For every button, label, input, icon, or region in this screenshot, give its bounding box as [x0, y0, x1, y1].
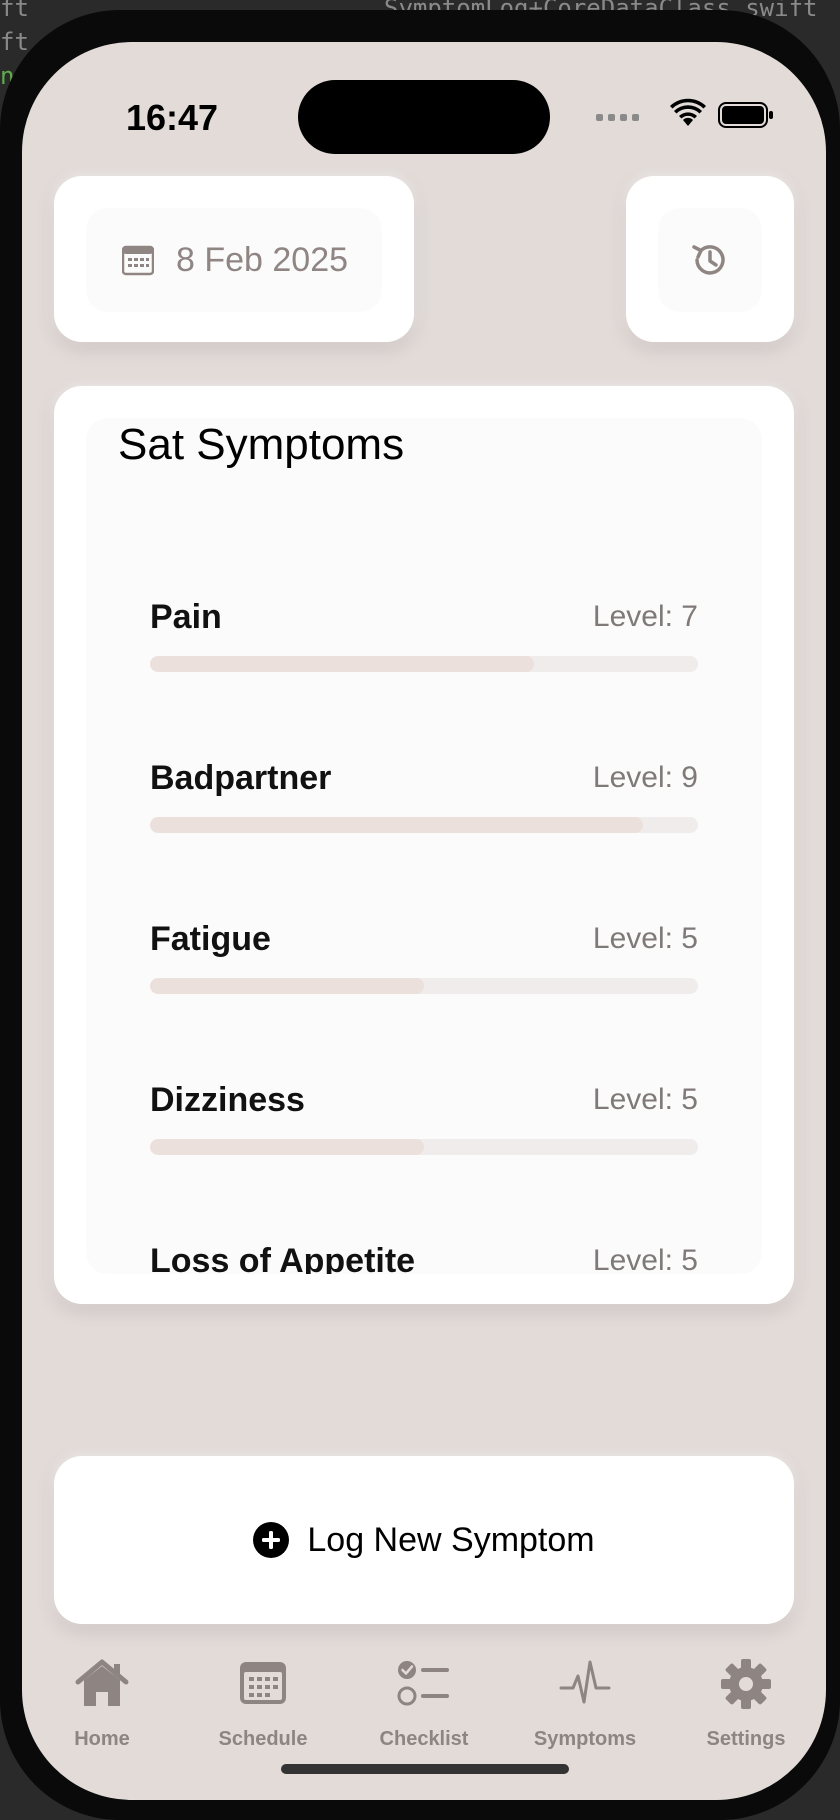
status-icons [596, 98, 786, 138]
tab-home[interactable]: Home [32, 1650, 172, 1750]
calendar-icon [122, 245, 154, 276]
tab-label: Home [74, 1728, 130, 1750]
symptom-level: Level: 5 [592, 1083, 698, 1116]
code-line: ft [0, 28, 29, 56]
house-icon [75, 1659, 129, 1706]
tab-checklist[interactable]: Checklist [354, 1650, 494, 1750]
symptom-name: Pain [150, 598, 222, 636]
phone-frame: 16:47 8 Feb 2025 Sat Symptoms Pain Level… [0, 10, 840, 1820]
symptom-level-fill [150, 978, 424, 994]
wifi-icon [670, 98, 706, 126]
symptom-row[interactable]: Fatigue Level: 5 [150, 920, 698, 994]
date-picker-card[interactable]: 8 Feb 2025 [54, 176, 414, 342]
status-time: 16:47 [126, 97, 219, 138]
tab-label: Checklist [379, 1728, 469, 1750]
tab-label: Schedule [218, 1728, 308, 1750]
symptom-row[interactable]: Pain Level: 7 [150, 598, 698, 672]
date-picker-button[interactable]: 8 Feb 2025 [86, 208, 382, 312]
symptom-name: Fatigue [150, 920, 271, 958]
history-button[interactable] [658, 208, 762, 312]
tab-symptoms[interactable]: Symptoms [515, 1650, 655, 1750]
symptom-name: Badpartner [150, 759, 332, 797]
symptom-level: Level: 9 [592, 761, 698, 794]
symptom-level-fill [150, 656, 534, 672]
symptom-row[interactable]: Loss of Appetite Level: 5 [150, 1242, 698, 1274]
history-clock-icon [692, 245, 725, 275]
symptom-level-bar [150, 656, 698, 672]
home-indicator [281, 1764, 569, 1774]
gear-icon [721, 1659, 771, 1709]
tab-label: Symptoms [533, 1728, 637, 1750]
symptom-level: Level: 7 [592, 600, 698, 633]
symptom-level-bar [150, 978, 698, 994]
symptom-level-bar [150, 817, 698, 833]
tab-schedule[interactable]: Schedule [193, 1650, 333, 1750]
calendar-grid-icon [240, 1662, 286, 1704]
symptom-name: Dizziness [150, 1081, 305, 1119]
tab-settings[interactable]: Settings [676, 1650, 816, 1750]
battery-icon [718, 102, 773, 128]
symptom-row[interactable]: Badpartner Level: 9 [150, 759, 698, 833]
symptom-level-fill [150, 817, 644, 833]
cellular-signal-icon [596, 114, 639, 121]
tab-bar: Home Schedule Checklist Symptoms Setting… [22, 1650, 826, 1760]
log-new-symptom-label: Log New Symptom [307, 1520, 595, 1559]
waveform-icon [559, 1660, 611, 1704]
symptoms-list[interactable]: Sat Symptoms Pain Level: 7 Badpartner Le… [86, 418, 762, 1274]
symptom-name: Loss of Appetite [150, 1242, 416, 1274]
plus-circle-icon [253, 1522, 290, 1558]
symptom-level-bar [150, 1139, 698, 1155]
symptoms-title: Sat Symptoms [118, 420, 405, 469]
code-line: ft [0, 0, 29, 22]
history-card[interactable] [626, 176, 794, 342]
symptom-level-fill [150, 1139, 424, 1155]
symptom-row[interactable]: Dizziness Level: 5 [150, 1081, 698, 1155]
symptoms-card: Sat Symptoms Pain Level: 7 Badpartner Le… [54, 386, 794, 1304]
app-screen: 16:47 8 Feb 2025 Sat Symptoms Pain Level… [22, 42, 826, 1800]
log-new-symptom-button[interactable]: Log New Symptom [54, 1456, 794, 1624]
selected-date: 8 Feb 2025 [176, 240, 349, 279]
tab-label: Settings [706, 1728, 786, 1750]
symptom-level: Level: 5 [592, 922, 698, 955]
dynamic-island [298, 80, 550, 154]
checklist-icon [397, 1661, 449, 1706]
symptom-level: Level: 5 [592, 1244, 698, 1274]
